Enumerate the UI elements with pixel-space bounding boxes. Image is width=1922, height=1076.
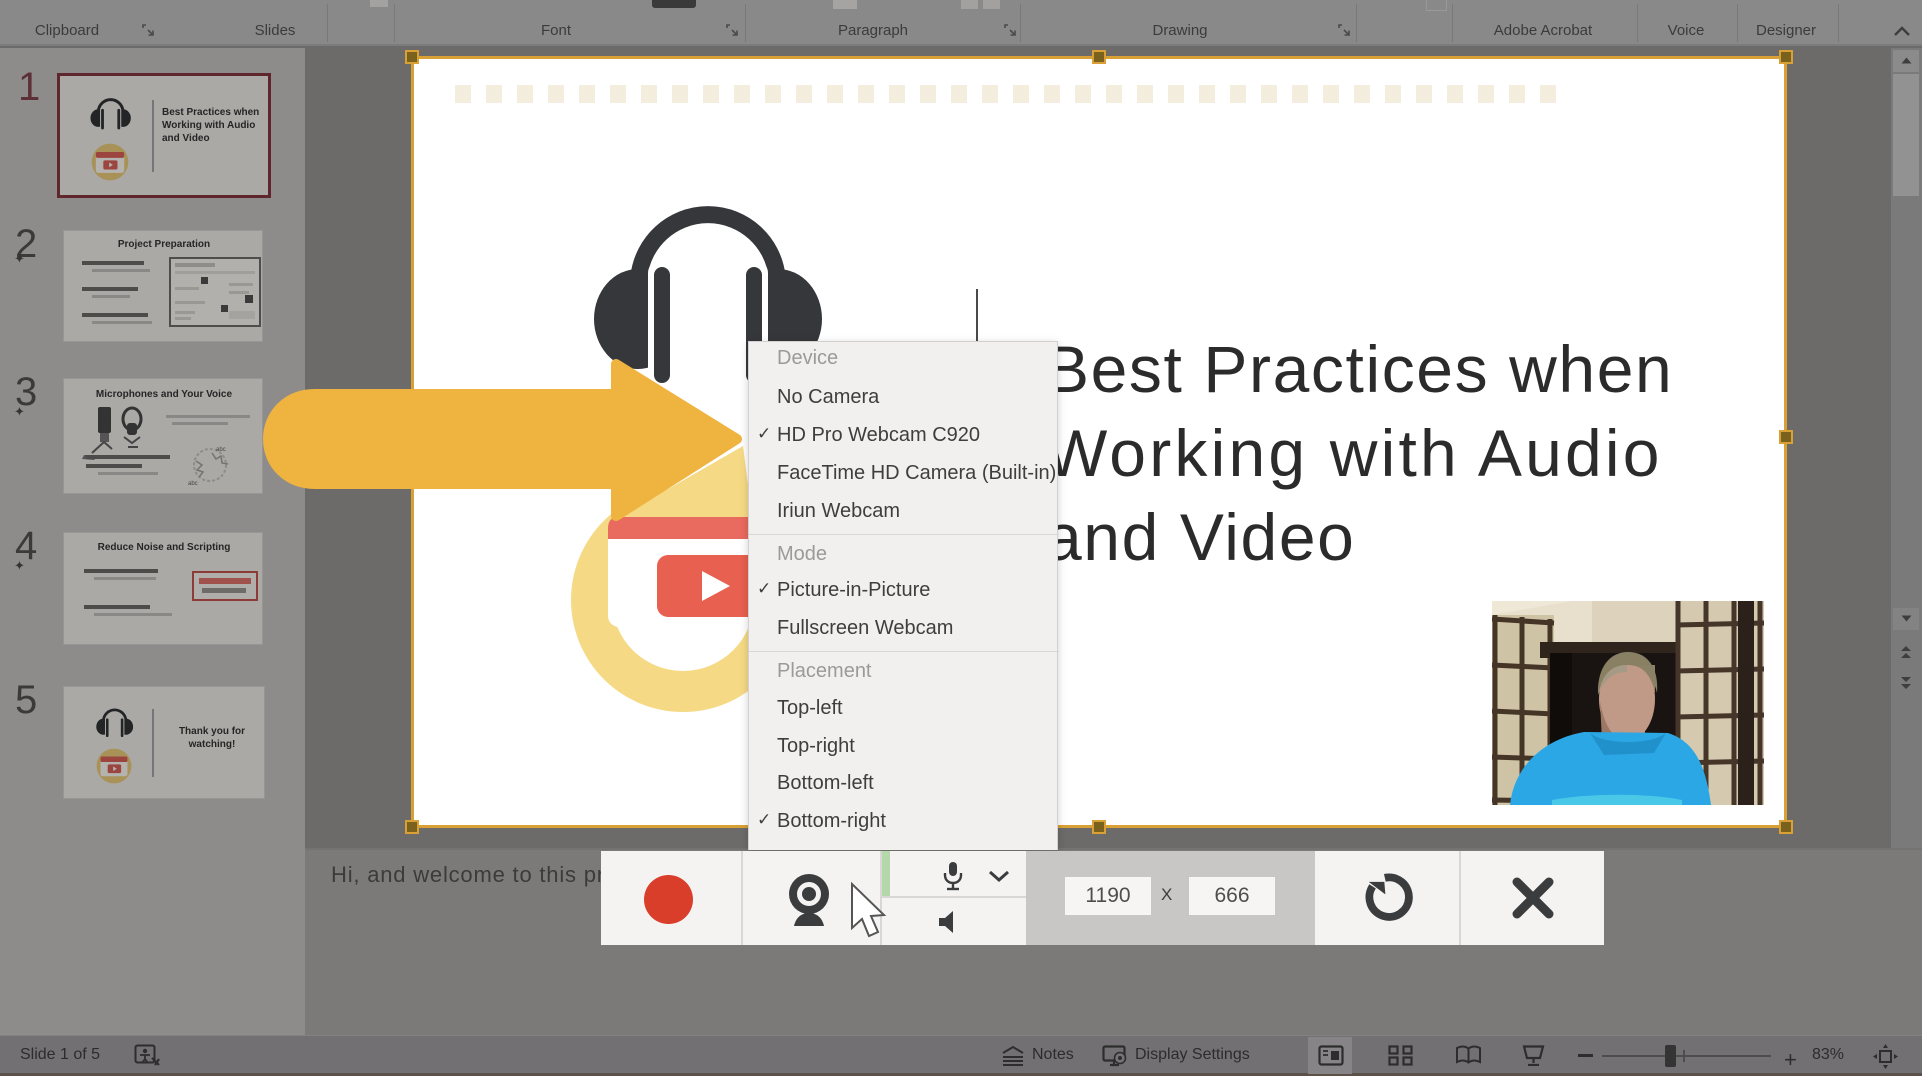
svg-text:abc: abc — [216, 447, 226, 453]
svg-text:abc: abc — [188, 481, 198, 487]
